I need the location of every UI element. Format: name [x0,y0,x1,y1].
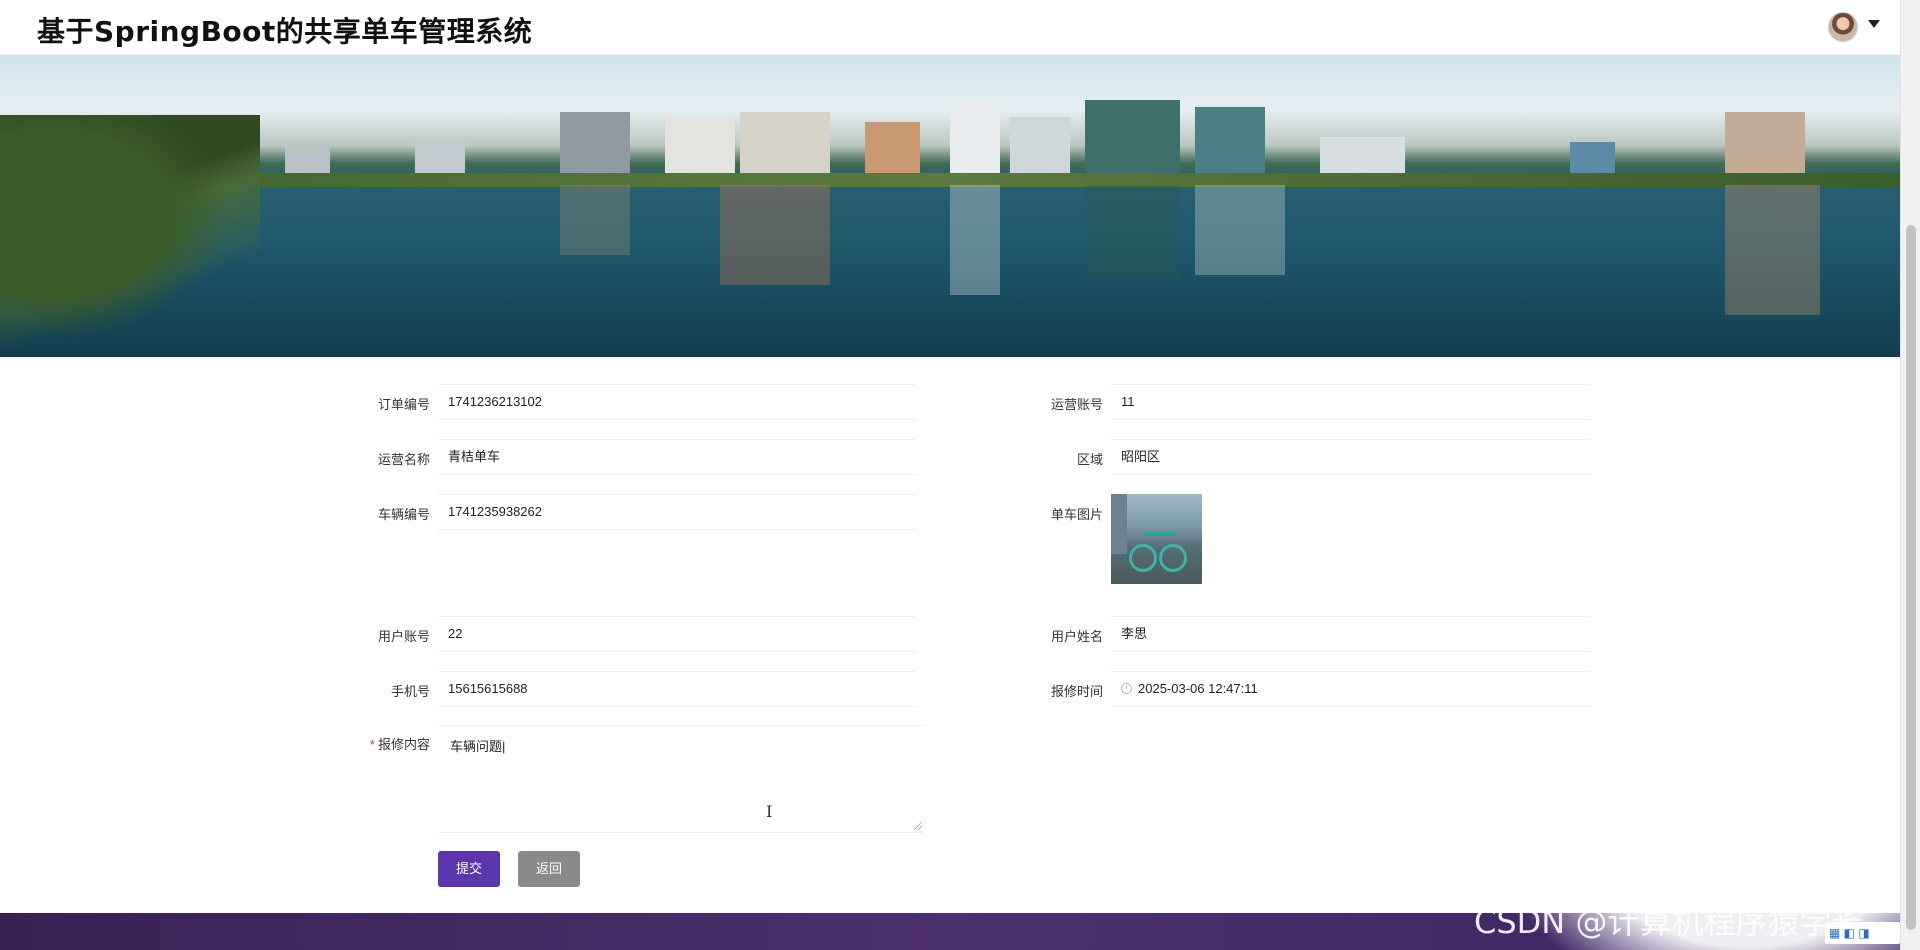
required-mark: * [369,737,375,752]
repair-content-label: * 报修内容 [350,734,430,753]
vehicle-no-field[interactable]: 1741235938262 [438,494,916,530]
repair-content-label-text: 报修内容 [377,737,430,752]
user-account-label: 用户账号 [377,629,430,644]
repair-content-textarea[interactable]: 车辆问题| [438,725,924,833]
user-avatar-icon[interactable] [1828,12,1858,42]
repair-content-text: 车辆问题| [450,739,506,754]
clock-icon [1121,683,1132,694]
repair-time-field[interactable]: 2025-03-06 12:47:11 [1111,671,1591,707]
phone-field[interactable]: 15615615688 [438,671,916,707]
phone-label: 手机号 [390,684,430,699]
region-field[interactable]: 昭阳区 [1111,439,1591,475]
banner-carousel [0,55,1900,357]
operator-account-field[interactable]: 11 [1111,384,1591,420]
user-account-field[interactable]: 22 [438,616,916,652]
bike-image-label: 单车图片 [1050,507,1103,522]
operator-name-field[interactable]: 青桔单车 [438,439,916,475]
operator-name-label: 运营名称 [377,452,430,467]
user-name-label: 用户姓名 [1050,629,1103,644]
repair-time-value: 2025-03-06 12:47:11 [1138,681,1258,696]
resize-handle-icon[interactable] [914,822,922,830]
system-tray-icons: ▦ ◧ ◨ [1825,922,1900,944]
submit-button[interactable]: 提交 [438,851,500,887]
vehicle-no-label: 车辆编号 [377,507,430,522]
watermark-text: CSDN @计算机程序猿学长 [1474,903,1864,941]
text-cursor-icon: I [766,802,773,821]
region-label: 区域 [1076,452,1103,467]
order-no-label: 订单编号 [377,397,430,412]
vertical-scrollbar[interactable] [1900,0,1920,950]
user-name-field[interactable]: 李思 [1111,616,1591,652]
bike-image[interactable] [1111,494,1202,584]
order-no-field[interactable]: 1741236213102 [438,384,916,420]
repair-time-label: 报修时间 [1050,684,1103,699]
operator-account-label: 运营账号 [1050,397,1103,412]
back-button[interactable]: 返回 [518,851,580,887]
caret-down-icon[interactable] [1868,20,1880,28]
top-navbar: 基于SpringBoot的共享单车管理系统 [0,0,1900,55]
app-title: 基于SpringBoot的共享单车管理系统 [37,15,533,48]
scrollbar-thumb[interactable] [1906,225,1916,930]
